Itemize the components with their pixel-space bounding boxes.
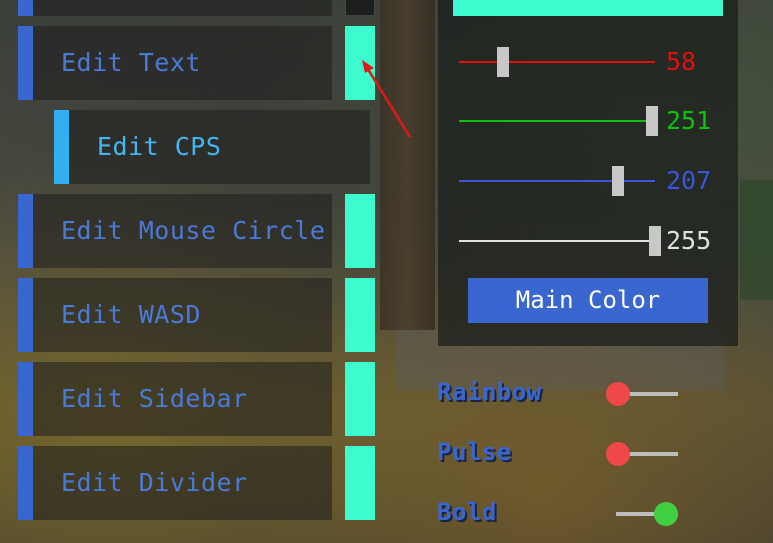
edit-row-divider[interactable]: Edit Divider — [18, 446, 332, 520]
edit-row-sidebar[interactable]: Edit Sidebar — [18, 362, 332, 436]
row-accent-bar — [18, 0, 33, 16]
row-accent-bar — [18, 194, 33, 268]
row-accent-bar — [18, 26, 33, 100]
alpha-value: 255 — [666, 226, 712, 255]
edit-sidebar-color-swatch[interactable] — [345, 362, 375, 436]
pulse-label: Pulse — [437, 438, 512, 466]
slider-thumb[interactable] — [649, 226, 661, 256]
row-accent-bar — [54, 110, 69, 184]
edit-sidebar-label: Edit Sidebar — [61, 384, 248, 413]
red-slider[interactable] — [459, 47, 655, 77]
bold-toggle[interactable] — [616, 501, 678, 527]
edit-row-mouse-circle[interactable]: Edit Mouse Circle — [18, 194, 332, 268]
edit-row-partial — [18, 0, 332, 16]
edit-wasd-label: Edit WASD — [61, 300, 201, 329]
row-accent-bar — [18, 446, 33, 520]
slider-thumb[interactable] — [645, 106, 658, 136]
toggle-knob — [606, 442, 630, 466]
edit-wasd-color-swatch[interactable] — [345, 278, 375, 352]
annotation-arrow-icon — [362, 60, 412, 138]
background-tree-trunk — [380, 0, 435, 330]
slider-track — [459, 180, 655, 182]
slider-track — [459, 240, 655, 242]
main-color-button[interactable]: Main Color — [468, 278, 708, 323]
slider-track — [459, 120, 655, 122]
edit-divider-label: Edit Divider — [61, 468, 248, 497]
bold-label: Bold — [437, 498, 497, 526]
toggle-knob — [606, 382, 630, 406]
edit-row-cps[interactable]: Edit CPS — [54, 110, 370, 184]
green-value: 251 — [666, 106, 712, 135]
color-preview — [453, 0, 723, 16]
row-accent-bar — [18, 362, 33, 436]
edit-mouse-circle-label: Edit Mouse Circle — [61, 216, 326, 245]
color-swatch-partial — [345, 0, 375, 16]
slider-thumb[interactable] — [497, 47, 510, 77]
toggle-knob — [654, 502, 678, 526]
rainbow-label: Rainbow — [437, 378, 542, 406]
blue-value: 207 — [666, 166, 712, 195]
edit-text-label: Edit Text — [61, 48, 201, 77]
blue-slider[interactable] — [459, 166, 655, 196]
rainbow-toggle[interactable] — [606, 381, 678, 407]
green-slider[interactable] — [459, 106, 658, 136]
edit-row-wasd[interactable]: Edit WASD — [18, 278, 332, 352]
edit-divider-color-swatch[interactable] — [345, 446, 375, 520]
alpha-slider[interactable] — [459, 226, 661, 256]
slider-thumb[interactable] — [612, 166, 625, 196]
background-foliage — [740, 180, 773, 300]
slider-track — [459, 61, 655, 63]
edit-mouse-circle-color-swatch[interactable] — [345, 194, 375, 268]
row-accent-bar — [18, 278, 33, 352]
red-value: 58 — [666, 47, 697, 76]
edit-cps-label: Edit CPS — [97, 132, 222, 161]
pulse-toggle[interactable] — [606, 441, 678, 467]
edit-row-text[interactable]: Edit Text — [18, 26, 332, 100]
